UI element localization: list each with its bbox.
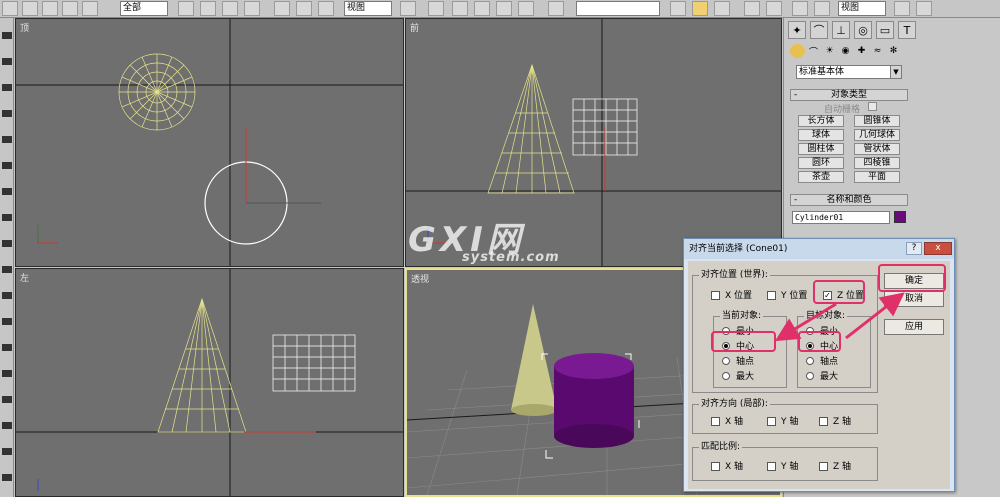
arrow-z-to-current [774, 302, 837, 342]
arrow-target-to-ok [845, 292, 905, 340]
annotation-arrows [774, 292, 905, 342]
